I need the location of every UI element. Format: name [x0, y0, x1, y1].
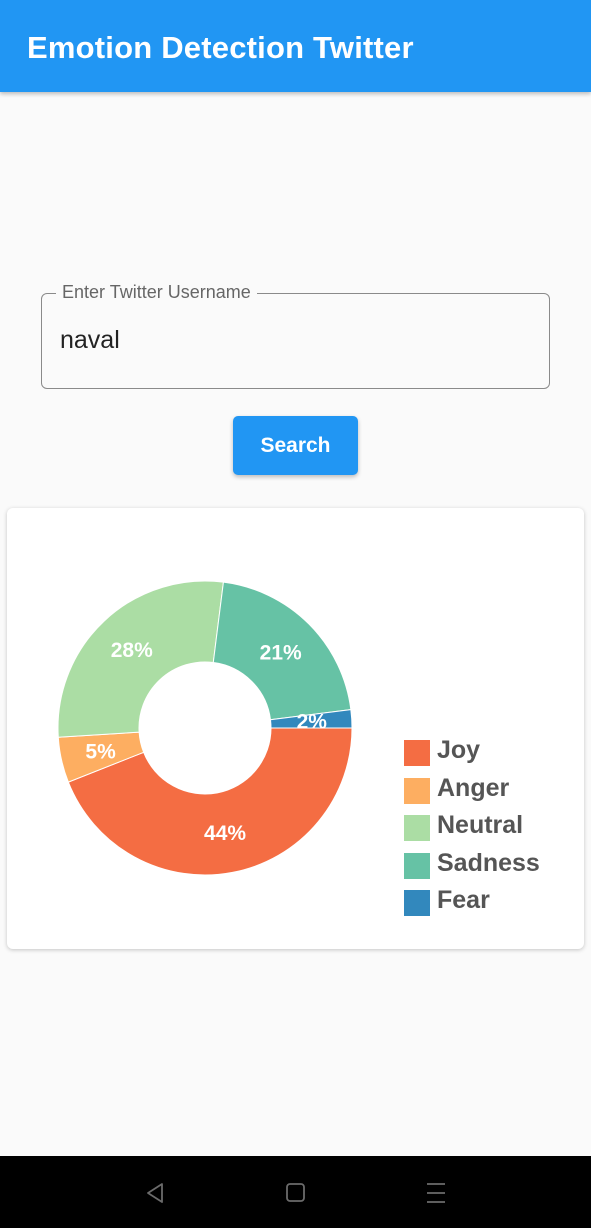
home-icon[interactable] — [280, 1178, 310, 1208]
slice-label-sadness: 21% — [260, 641, 302, 664]
slice-label-anger: 5% — [85, 740, 116, 763]
emotion-chart-card: 44% 5% 28% 21% 2% Joy Anger Neutral Sadness Fear — [7, 508, 584, 949]
legend-label: Sadness — [437, 848, 540, 877]
legend-label: Fear — [437, 886, 490, 915]
legend-label: Anger — [437, 773, 510, 802]
app-bar: Emotion Detection Twitter — [0, 0, 591, 92]
back-icon[interactable] — [140, 1178, 170, 1208]
legend-label: Joy — [437, 736, 481, 764]
slice-label-joy: 44% — [204, 822, 246, 845]
username-field[interactable]: Enter Twitter Username — [41, 282, 550, 389]
legend-swatch — [404, 815, 430, 842]
legend-swatch — [404, 852, 430, 879]
system-navigation-bar — [0, 1156, 591, 1228]
legend-swatch — [404, 740, 430, 766]
slice-label-neutral: 28% — [111, 639, 153, 662]
search-button[interactable]: Search — [233, 416, 358, 475]
menu-icon[interactable] — [421, 1178, 451, 1208]
username-field-label: Enter Twitter Username — [56, 282, 257, 303]
slice-label-fear: 2% — [297, 710, 328, 733]
emotion-donut-chart: 44% 5% 28% 21% 2% — [57, 580, 353, 876]
legend-swatch — [404, 890, 430, 917]
legend-swatch — [404, 777, 430, 804]
app-title: Emotion Detection Twitter — [27, 30, 414, 65]
username-input[interactable] — [60, 322, 530, 358]
legend-label: Neutral — [437, 811, 524, 840]
